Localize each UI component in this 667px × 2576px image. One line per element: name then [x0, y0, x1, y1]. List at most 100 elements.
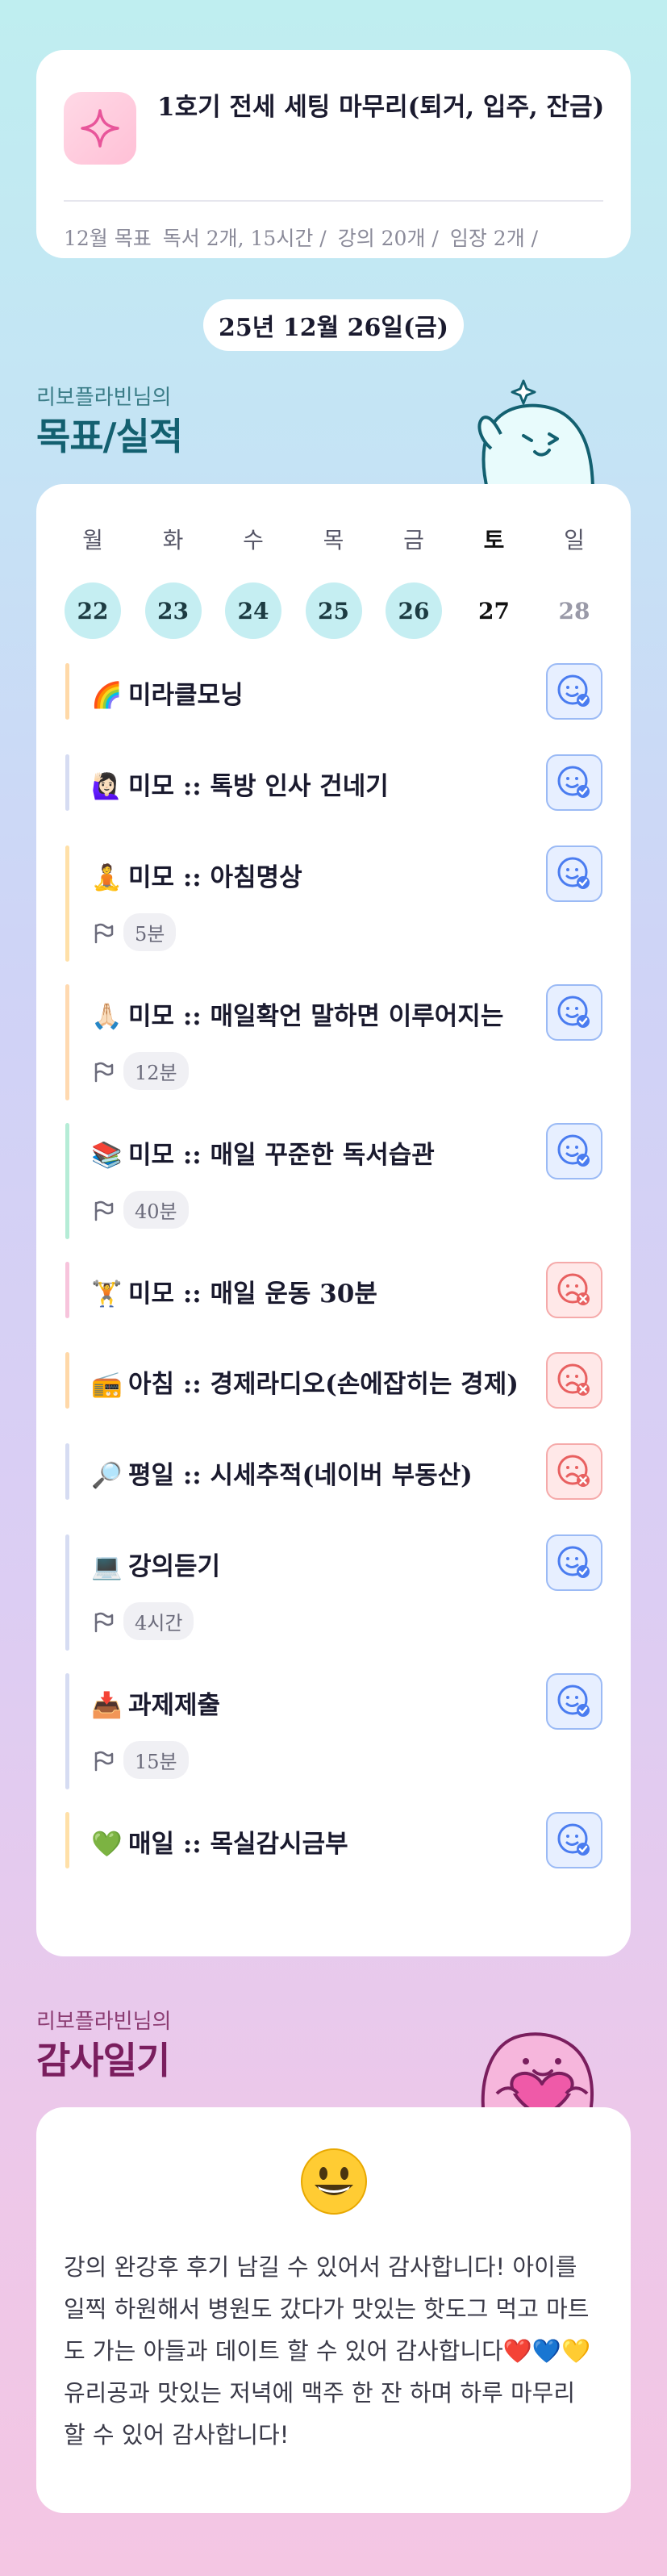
task-emoji-icon: 📻: [91, 1370, 123, 1399]
task-label: 과제제출: [128, 1691, 221, 1720]
task-duration: 15분: [91, 1741, 189, 1779]
success-status-icon[interactable]: [546, 754, 602, 811]
task-label: 미모 :: 매일 운동 30분: [128, 1280, 377, 1309]
success-status-icon[interactable]: [546, 1673, 602, 1730]
task-label: 미모 :: 톡방 인사 건네기: [128, 772, 389, 801]
task-title: 📚 미모 :: 매일 꾸준한 독서습관: [91, 1134, 543, 1171]
success-status-icon[interactable]: [546, 1812, 602, 1868]
task-item[interactable]: 📚 미모 :: 매일 꾸준한 독서습관40분: [65, 1123, 602, 1239]
calendar-date[interactable]: 25: [305, 582, 362, 639]
goal-item: 강의 20개 /: [337, 227, 439, 250]
task-item[interactable]: 📥 과제제출 15분: [65, 1673, 602, 1789]
date-selector[interactable]: 25년 12월 26일(금): [203, 299, 464, 351]
success-status-icon[interactable]: [546, 663, 602, 720]
task-label: 미모 :: 매일 꾸준한 독서습관: [128, 1141, 435, 1170]
divider: [64, 200, 603, 202]
success-status-icon[interactable]: [546, 984, 602, 1041]
task-color-bar: [65, 1262, 69, 1318]
task-item[interactable]: 🌈 미라클모닝: [65, 663, 602, 720]
task-label: 강의듣기: [128, 1552, 221, 1581]
calendar-date[interactable]: 23: [144, 582, 202, 639]
fail-status-icon[interactable]: [546, 1443, 602, 1500]
task-color-bar: [65, 984, 69, 1100]
task-color-bar: [65, 663, 69, 720]
task-label: 미모 :: 매일확언 말하면 이루어지는: [128, 1002, 504, 1031]
task-duration: 40분: [91, 1191, 189, 1229]
task-color-bar: [65, 1123, 69, 1239]
fail-status-icon[interactable]: [546, 1262, 602, 1318]
goal-item: 12월 목표: [64, 227, 152, 250]
weekday-label: 토: [483, 527, 505, 553]
gratitude-text: 강의 완강후 후기 남길 수 있어서 감사합니다! 아이를 일찍 하원해서 병원…: [64, 2253, 591, 2449]
task-title: 🧘 미모 :: 아침명상: [91, 857, 543, 893]
task-label: 아침 :: 경제라디오(손에잡히는 경제): [128, 1370, 519, 1399]
success-status-icon[interactable]: [546, 1123, 602, 1179]
weekday-label: 일: [564, 527, 585, 553]
task-emoji-icon: 🌈: [91, 681, 123, 710]
task-title: 💻 강의듣기: [91, 1546, 543, 1582]
flag-icon: [91, 1059, 115, 1083]
task-title: 📻 아침 :: 경제라디오(손에잡히는 경제): [91, 1363, 543, 1400]
task-item[interactable]: 🏋️ 미모 :: 매일 운동 30분: [65, 1262, 602, 1318]
task-item[interactable]: 🔎 평일 :: 시세추적(네이버 부동산): [65, 1443, 602, 1500]
weekday-label: 수: [243, 527, 264, 553]
task-emoji-icon: 🔎: [91, 1461, 123, 1490]
flag-icon: [91, 1748, 115, 1772]
flag-icon: [91, 1198, 115, 1222]
task-label: 평일 :: 시세추적(네이버 부동산): [128, 1461, 473, 1490]
duration-badge: 15분: [123, 1741, 189, 1779]
gratitude-card: 강의 완강후 후기 남길 수 있어서 감사합니다! 아이를 일찍 하원해서 병원…: [36, 2107, 631, 2513]
task-title: 📥 과제제출: [91, 1685, 543, 1721]
task-item[interactable]: 🙏🏻 미모 :: 매일확언 말하면 이루어지는12분: [65, 984, 602, 1100]
task-color-bar: [65, 1673, 69, 1789]
heart-mascot-icon: [481, 2032, 594, 2118]
calendar-date[interactable]: 22: [65, 582, 121, 639]
task-emoji-icon: 📥: [91, 1691, 123, 1720]
ghost-mascot-icon: [477, 379, 595, 492]
sparkle-icon: [64, 92, 136, 165]
task-emoji-icon: 🙋🏻‍♀️: [91, 772, 123, 801]
goal-title: 1호기 전세 세팅 마무리(퇴거, 입주, 잔금): [157, 93, 605, 122]
duration-badge: 12분: [123, 1052, 189, 1090]
weekday-label: 금: [403, 527, 424, 553]
task-emoji-icon: 💻: [91, 1552, 123, 1581]
task-item[interactable]: 📻 아침 :: 경제라디오(손에잡히는 경제): [65, 1352, 602, 1409]
task-item[interactable]: 🙋🏻‍♀️ 미모 :: 톡방 인사 건네기: [65, 754, 602, 811]
task-color-bar: [65, 1534, 69, 1651]
task-color-bar: [65, 845, 69, 962]
task-item[interactable]: 🧘 미모 :: 아침명상5분: [65, 845, 602, 962]
task-color-bar: [65, 1443, 69, 1500]
success-status-icon[interactable]: [546, 1534, 602, 1591]
calendar-date[interactable]: 24: [225, 582, 281, 639]
task-item[interactable]: 💚 매일 :: 목실감시금부: [65, 1812, 602, 1868]
performance-title: 목표/실적: [36, 415, 183, 458]
calendar-date[interactable]: 27: [466, 582, 523, 639]
task-title: 🌈 미라클모닝: [91, 674, 543, 711]
task-emoji-icon: 🧘: [91, 863, 123, 892]
weekday-label: 목: [323, 527, 344, 553]
goal-summary: 12월 목표 독서 2개, 15시간 / 강의 20개 / 임장 2개 /: [64, 223, 549, 252]
duration-badge: 5분: [123, 913, 177, 951]
task-title: 🙏🏻 미모 :: 매일확언 말하면 이루어지는: [91, 996, 543, 1032]
task-title: 🏋️ 미모 :: 매일 운동 30분: [91, 1273, 543, 1309]
duration-badge: 40분: [123, 1191, 189, 1229]
task-label: 매일 :: 목실감시금부: [128, 1830, 348, 1859]
calendar-date[interactable]: 28: [546, 582, 602, 639]
task-item[interactable]: 💻 강의듣기 4시간: [65, 1534, 602, 1651]
task-duration: 5분: [91, 913, 177, 951]
goal-card[interactable]: 1호기 전세 세팅 마무리(퇴거, 입주, 잔금) 12월 목표 독서 2개, 1…: [36, 50, 631, 258]
fail-status-icon[interactable]: [546, 1352, 602, 1409]
task-emoji-icon: 🙏🏻: [91, 1002, 123, 1031]
task-duration: 12분: [91, 1052, 189, 1090]
performance-card: 월 화 수 목 금 토 일 22 23 24 25 26 27 28 🌈 미라클모닝 🙋🏻‍♀️ 미모 :: …: [36, 484, 631, 1956]
task-duration: 4시간: [91, 1602, 194, 1640]
flag-icon: [91, 921, 115, 945]
task-emoji-icon: 🏋️: [91, 1280, 123, 1309]
task-label: 미모 :: 아침명상: [128, 863, 302, 892]
weekday-label: 월: [82, 527, 103, 553]
weekday-label: 화: [162, 527, 184, 553]
success-status-icon[interactable]: [546, 845, 602, 902]
calendar-date[interactable]: 26: [386, 582, 442, 639]
task-color-bar: [65, 754, 69, 811]
goal-item: 임장 2개 /: [449, 227, 539, 250]
